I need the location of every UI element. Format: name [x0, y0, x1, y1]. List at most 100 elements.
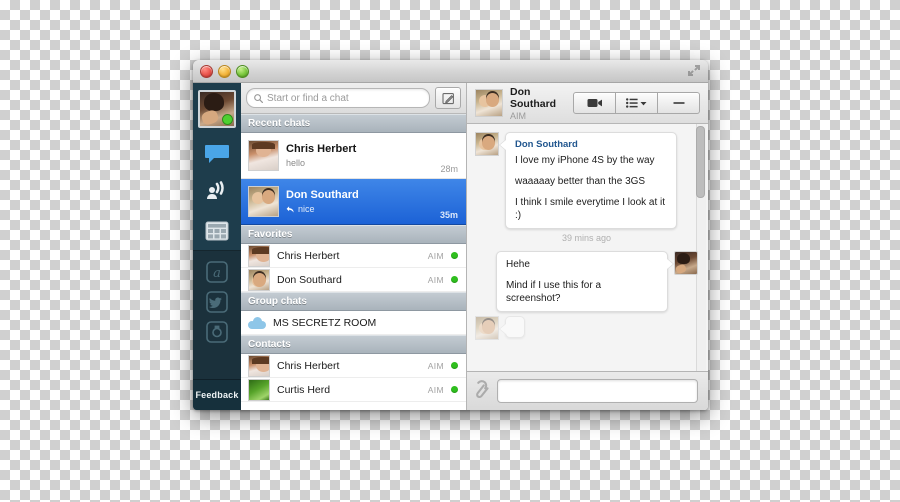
avatar: [475, 316, 499, 340]
status-badge: [451, 252, 458, 259]
avatar-hand: [200, 108, 220, 126]
feedback-label: Feedback: [195, 390, 239, 400]
message-timestamp: 39 mins ago: [561, 233, 612, 243]
service-item-aim[interactable]: a: [206, 261, 228, 283]
video-call-button[interactable]: [573, 92, 616, 114]
message-partial: [475, 316, 698, 340]
compose-pencil-icon: [441, 92, 454, 104]
list-icon: [626, 98, 638, 108]
message-list[interactable]: Don Southard I love my iPhone 4S by the …: [467, 124, 708, 371]
status-badge: [451, 362, 458, 369]
message-scrollbar-thumb[interactable]: [696, 126, 705, 198]
status-badge: [451, 386, 458, 393]
contact-name: Chris Herbert: [277, 359, 340, 372]
conversation-pane: Don Southard AIM Don Southard I love my …: [467, 83, 708, 410]
chat-row-time: 35m: [439, 210, 458, 220]
avatar: [248, 354, 270, 377]
message-line: waaaaay better than the 3GS: [515, 176, 646, 187]
conversation-title: Don Southard: [510, 85, 557, 110]
paperclip-icon[interactable]: [475, 380, 490, 402]
zoom-button[interactable]: [236, 65, 249, 78]
service-item-twitter[interactable]: [206, 291, 228, 313]
section-header-contacts: Contacts: [241, 335, 466, 354]
contact-network: AIM: [427, 250, 444, 261]
contact-name: Curtis Herd: [277, 383, 331, 396]
contact-row-don-southard-fav[interactable]: Don Southard AIM: [241, 268, 466, 292]
chat-row-time: 28m: [440, 164, 458, 174]
message-bubble: [505, 316, 525, 338]
contact-name: Don Southard: [277, 273, 342, 286]
sidebar-item-chats[interactable]: [202, 141, 232, 169]
group-row-ms-secretz-room[interactable]: MS SECRETZ ROOM: [241, 311, 466, 335]
section-header-recent-chats: Recent chats: [241, 114, 466, 133]
status-badge: [451, 276, 458, 283]
section-header-group-chats: Group chats: [241, 292, 466, 311]
search-input[interactable]: Start or find a chat: [246, 88, 430, 108]
message-outgoing: Hehe Mind if I use this for a screenshot…: [475, 251, 698, 312]
contact-network: AIM: [427, 274, 444, 285]
avatar: [475, 132, 499, 156]
avatar: [248, 244, 270, 267]
chat-list-pane: Start or find a chat Recent chats Chris …: [241, 83, 467, 410]
chat-row-chris-herbert[interactable]: Chris Herbert hello 28m: [241, 133, 466, 179]
fullscreen-arrows-icon[interactable]: [687, 64, 701, 77]
contact-network: AIM: [427, 360, 444, 371]
chevron-down-icon: [640, 101, 647, 105]
message-line: Hehe: [506, 259, 530, 270]
window-controls: [200, 65, 249, 78]
chat-row-preview: hello: [286, 158, 306, 168]
minimize-button[interactable]: [218, 65, 231, 78]
list-menu-button[interactable]: [616, 92, 658, 114]
message-incoming: Don Southard I love my iPhone 4S by the …: [475, 132, 698, 229]
message-sender: Don Southard: [515, 139, 578, 150]
section-header-favorites: Favorites: [241, 225, 466, 244]
service-item-camera[interactable]: [206, 321, 228, 343]
chat-bubble-icon: [205, 145, 229, 163]
conversation-network: AIM: [510, 110, 527, 121]
message-bubble: Don Southard I love my iPhone 4S by the …: [505, 132, 677, 229]
compose-button[interactable]: [435, 87, 461, 109]
online-status-dot: [222, 114, 233, 125]
close-button[interactable]: [200, 65, 213, 78]
contact-network: AIM: [427, 384, 444, 395]
avatar: [475, 89, 503, 117]
reply-arrow-icon: [286, 205, 294, 212]
im-client-window: a Feedback Start or find a chat Recent c…: [193, 60, 708, 410]
chat-row-don-southard[interactable]: Don Southard nice 35m: [241, 179, 466, 225]
video-camera-icon: [587, 99, 602, 107]
aim-icon: a: [206, 261, 228, 283]
contact-row-chris-herbert[interactable]: Chris Herbert AIM: [241, 354, 466, 378]
minimize-conversation-button[interactable]: [658, 92, 700, 114]
feedback-button[interactable]: Feedback: [193, 379, 241, 410]
window-titlebar[interactable]: [193, 60, 708, 83]
message-line: Mind if I use this for a screenshot?: [506, 280, 602, 304]
search-icon: [254, 93, 263, 103]
chat-row-preview: nice: [286, 204, 433, 214]
dash-icon: [673, 102, 684, 104]
message-line: I love my iPhone 4S by the way: [515, 155, 655, 166]
sidebar-item-grid[interactable]: [202, 217, 232, 245]
contact-row-chris-herbert-fav[interactable]: Chris Herbert AIM: [241, 244, 466, 268]
sidebar-item-broadcast[interactable]: [202, 179, 232, 207]
message-line: I think I smile everytime I look at it :…: [515, 197, 666, 221]
chat-row-name: Chris Herbert: [286, 143, 357, 155]
message-composer: [467, 371, 708, 410]
conversation-header: Don Southard AIM: [467, 83, 708, 124]
svg-text:a: a: [213, 266, 221, 281]
message-bubble: Hehe Mind if I use this for a screenshot…: [496, 251, 668, 312]
twitter-icon: [206, 291, 228, 313]
search-toolbar: Start or find a chat: [241, 83, 466, 114]
contact-row-curtis-herd[interactable]: Curtis Herd AIM: [241, 378, 466, 402]
avatar: [248, 378, 270, 401]
avatar: [674, 251, 698, 275]
message-input[interactable]: [497, 379, 698, 403]
avatar-hair: [677, 253, 690, 264]
camera-icon: [206, 321, 228, 343]
avatar: [248, 268, 270, 291]
search-placeholder: Start or find a chat: [267, 92, 349, 104]
chat-list-scroll[interactable]: Recent chats Chris Herbert hello 28m Don…: [241, 114, 466, 410]
conversation-actions: [573, 92, 700, 114]
avatar: [248, 140, 279, 171]
avatar[interactable]: [198, 90, 236, 128]
grid-icon: [205, 221, 229, 241]
